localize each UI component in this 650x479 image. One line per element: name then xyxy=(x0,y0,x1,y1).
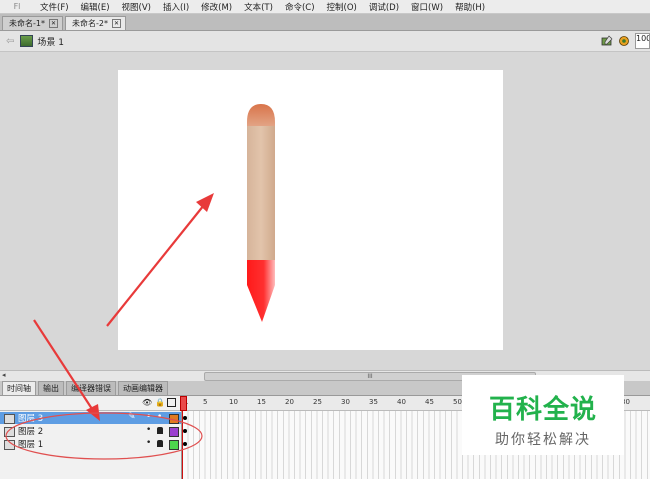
document-tab-1[interactable]: 未命名-1* ✕ xyxy=(2,16,63,30)
frame-number: 40 xyxy=(397,398,406,406)
layer-name[interactable]: 图层 1 xyxy=(18,438,43,450)
menu-control[interactable]: 控制(O) xyxy=(321,1,363,13)
work-area[interactable] xyxy=(0,52,650,370)
frame-number: 10 xyxy=(229,398,238,406)
lock-icon[interactable] xyxy=(157,440,163,447)
layer-row-3[interactable]: 图层 3 ✎ • • xyxy=(0,412,181,424)
tab-output[interactable]: 输出 xyxy=(38,381,64,395)
menu-edit[interactable]: 编辑(E) xyxy=(75,1,116,13)
document-tab-label: 未命名-2* xyxy=(71,19,108,28)
layer-color-swatch[interactable] xyxy=(169,414,179,424)
layer-icon xyxy=(4,427,15,437)
pencil-tip xyxy=(247,260,275,322)
edit-bar: ⇦ 场景 1 100 xyxy=(0,31,650,52)
pencil-icon: ✎ xyxy=(128,412,136,422)
pencil-eraser xyxy=(247,104,275,128)
lock-icon[interactable]: 🔒 xyxy=(155,398,165,407)
stage[interactable] xyxy=(118,70,503,350)
visibility-dot[interactable]: • xyxy=(146,425,151,435)
document-tab-label: 未命名-1* xyxy=(9,19,45,28)
menu-view[interactable]: 视图(V) xyxy=(116,1,157,13)
close-icon[interactable]: ✕ xyxy=(48,19,58,28)
scene-icon xyxy=(20,35,34,47)
layer-row-1[interactable]: 图层 1 • xyxy=(0,438,181,450)
keyframe-dot[interactable] xyxy=(183,429,187,433)
frame-number: 25 xyxy=(313,398,322,406)
frame-number: 50 xyxy=(453,398,462,406)
layer-color-swatch[interactable] xyxy=(169,440,179,450)
tab-compiler-errors[interactable]: 编译器错误 xyxy=(66,381,116,395)
scene-label: 场景 1 xyxy=(37,37,64,48)
watermark: 百科全说 助你轻松解决 xyxy=(462,375,624,455)
edit-scene-icon[interactable] xyxy=(601,35,613,47)
edit-bar-tools: 100 xyxy=(601,33,650,49)
frame-number: 15 xyxy=(257,398,266,406)
watermark-subtitle: 助你轻松解决 xyxy=(495,432,591,448)
document-tab-bar: 未命名-1* ✕ 未命名-2* ✕ xyxy=(0,14,650,31)
app-logo-icon: Fl xyxy=(13,2,21,11)
back-arrow-icon[interactable]: ⇦ xyxy=(6,36,14,47)
zoom-field[interactable]: 100 xyxy=(635,33,650,49)
menu-window[interactable]: 窗口(W) xyxy=(405,1,449,13)
layer-name[interactable]: 图层 3 xyxy=(18,412,43,424)
document-tab-2[interactable]: 未命名-2* ✕ xyxy=(64,16,126,30)
menu-bar: Fl 文件(F) 编辑(E) 视图(V) 插入(I) 修改(M) 文本(T) 命… xyxy=(0,0,650,14)
tab-timeline[interactable]: 时间轴 xyxy=(2,381,36,395)
menu-text[interactable]: 文本(T) xyxy=(238,1,279,13)
keyframe-dot[interactable] xyxy=(183,442,187,446)
layer-list: 👁 🔒 图层 3 ✎ • • 图层 2 • 图层 1 • xyxy=(0,396,182,479)
playhead-handle[interactable] xyxy=(180,396,187,411)
frame-number: 5 xyxy=(203,398,208,406)
lock-dot[interactable]: • xyxy=(157,412,162,422)
menu-help[interactable]: 帮助(H) xyxy=(449,1,491,13)
menu-insert[interactable]: 插入(I) xyxy=(157,1,195,13)
frame-number: 30 xyxy=(341,398,350,406)
menu-modify[interactable]: 修改(M) xyxy=(195,1,238,13)
layer-icon xyxy=(4,414,15,424)
tab-motion-editor[interactable]: 动画编辑器 xyxy=(118,381,168,395)
lock-icon[interactable] xyxy=(157,427,163,434)
edit-symbol-icon[interactable] xyxy=(618,35,630,47)
watermark-title: 百科全说 xyxy=(488,395,597,425)
layer-icon xyxy=(4,440,15,450)
outline-icon[interactable] xyxy=(167,398,176,407)
menu-debug[interactable]: 调试(D) xyxy=(363,1,405,13)
menu-file[interactable]: 文件(F) xyxy=(34,1,75,13)
scroll-left-icon[interactable]: ◂ xyxy=(2,371,6,379)
keyframe-dot[interactable] xyxy=(183,416,187,420)
eye-icon[interactable]: 👁 xyxy=(142,398,152,407)
playhead[interactable] xyxy=(180,396,187,479)
visibility-dot[interactable]: • xyxy=(146,438,151,448)
pencil-drawing[interactable] xyxy=(118,70,503,350)
layer-name[interactable]: 图层 2 xyxy=(18,425,43,437)
layer-color-swatch[interactable] xyxy=(169,427,179,437)
frame-number: 35 xyxy=(369,398,378,406)
menu-commands[interactable]: 命令(C) xyxy=(279,1,321,13)
close-icon[interactable]: ✕ xyxy=(111,19,121,28)
layer-header: 👁 🔒 xyxy=(0,396,181,411)
pencil-body xyxy=(247,126,275,262)
frame-number: 45 xyxy=(425,398,434,406)
frame-number: 20 xyxy=(285,398,294,406)
layer-row-2[interactable]: 图层 2 • xyxy=(0,425,181,437)
visibility-dot[interactable]: • xyxy=(146,412,151,422)
